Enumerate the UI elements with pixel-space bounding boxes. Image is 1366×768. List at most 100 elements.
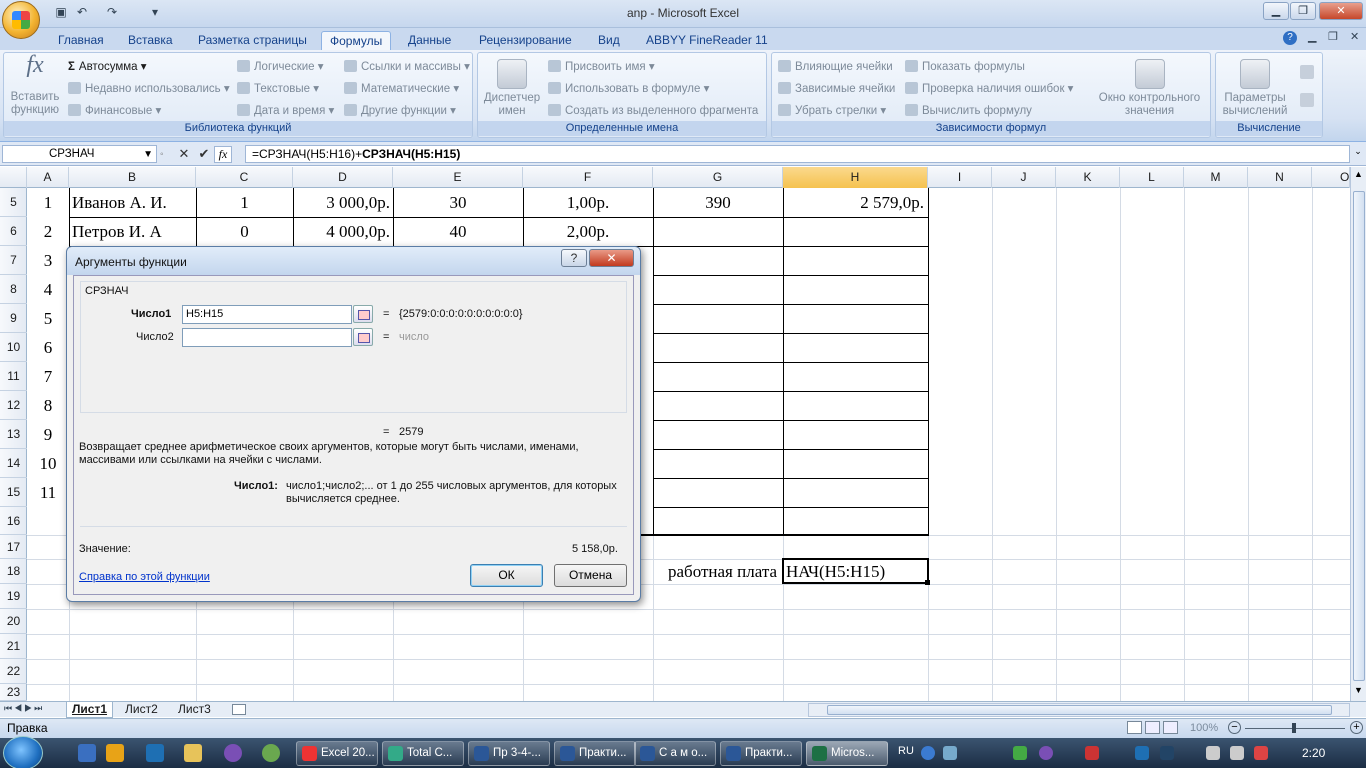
tray-icon[interactable]: [1085, 746, 1099, 760]
row-header[interactable]: 15: [0, 478, 27, 507]
row-header[interactable]: 8: [0, 275, 27, 304]
column-header-selected[interactable]: H: [783, 167, 928, 188]
dialog-title-bar[interactable]: Аргументы функции ? ✕: [67, 247, 640, 275]
row-header[interactable]: 16: [0, 507, 27, 535]
cell-f5[interactable]: 1,00р.: [523, 188, 653, 217]
normal-view-icon[interactable]: [1127, 721, 1142, 734]
folder-icon[interactable]: [184, 744, 202, 762]
row-header[interactable]: 13: [0, 420, 27, 449]
cell-c6[interactable]: 0: [196, 217, 293, 246]
insert-sheet-icon[interactable]: [232, 704, 246, 715]
vertical-scrollbar[interactable]: ▲ ▼: [1350, 167, 1366, 701]
create-from-selection-button[interactable]: Создать из выделенного фрагмента: [548, 104, 758, 118]
cell-h18-active[interactable]: НАЧ(H5:H15): [782, 558, 929, 584]
tray-icon[interactable]: [1013, 746, 1027, 760]
cell-g5[interactable]: 390: [653, 188, 783, 217]
zoom-out-icon[interactable]: −: [1228, 721, 1241, 734]
watch-window-button[interactable]: Окно контрольного значения: [1092, 59, 1207, 118]
name-manager-button[interactable]: Диспетчер имен: [481, 59, 543, 118]
financial-button[interactable]: Финансовые ▾: [68, 104, 161, 118]
taskbar-button[interactable]: Практи...: [554, 741, 636, 766]
cell-e6[interactable]: 40: [393, 217, 523, 246]
column-header[interactable]: B: [69, 167, 196, 188]
ribbon-restore-icon[interactable]: ❐: [1328, 30, 1338, 43]
tab-review[interactable]: Рецензирование: [471, 31, 580, 50]
cell-f6[interactable]: 2,00р.: [523, 217, 653, 246]
tray-icon[interactable]: [1135, 746, 1149, 760]
sheet-tab[interactable]: Лист3: [173, 702, 216, 718]
row-header[interactable]: 20: [0, 609, 27, 634]
column-header[interactable]: M: [1184, 167, 1248, 188]
text-button[interactable]: Текстовые ▾: [237, 82, 319, 96]
range-select-icon[interactable]: [353, 305, 373, 323]
page-layout-icon[interactable]: [1145, 721, 1160, 734]
taskbar-button[interactable]: Пр 3-4-...: [468, 741, 550, 766]
taskbar-button[interactable]: Практи...: [720, 741, 802, 766]
row-header[interactable]: 21: [0, 634, 27, 659]
column-header[interactable]: C: [196, 167, 293, 188]
other-functions-button[interactable]: Другие функции ▾: [344, 104, 456, 118]
trace-precedents-button[interactable]: Влияющие ячейки: [778, 60, 893, 74]
help-icon[interactable]: ?: [1283, 31, 1297, 45]
column-header[interactable]: I: [928, 167, 992, 188]
ribbon-minimize-icon[interactable]: ▁: [1308, 30, 1316, 43]
cell-a9[interactable]: 5: [27, 304, 69, 333]
row-header[interactable]: 12: [0, 391, 27, 420]
zoom-slider-thumb[interactable]: [1292, 723, 1296, 733]
taskbar-button[interactable]: Excel 20...: [296, 741, 378, 766]
hscroll-thumb[interactable]: [827, 705, 1332, 715]
cell-a10[interactable]: 6: [27, 333, 69, 362]
tab-insert[interactable]: Вставка: [120, 31, 181, 50]
lookup-button[interactable]: Ссылки и массивы ▾: [344, 60, 470, 74]
taskbar-button[interactable]: Total C...: [382, 741, 464, 766]
check-icon[interactable]: ✔: [194, 146, 214, 162]
tab-page-layout[interactable]: Разметка страницы: [190, 31, 315, 50]
name-box[interactable]: СРЗНАЧ ▼: [2, 145, 157, 163]
sheet-tab[interactable]: Лист2: [120, 702, 163, 718]
scroll-up-icon[interactable]: ▲: [1352, 169, 1365, 183]
tab-view[interactable]: Вид: [590, 31, 628, 50]
cell-a11[interactable]: 7: [27, 362, 69, 391]
zoom-level[interactable]: 100%: [1190, 722, 1218, 734]
column-header[interactable]: F: [523, 167, 653, 188]
sheet-tab[interactable]: Лист1: [66, 702, 114, 718]
cell-e5[interactable]: 30: [393, 188, 523, 217]
language-indicator[interactable]: RU: [898, 745, 914, 757]
cell-a8[interactable]: 4: [27, 275, 69, 304]
logical-button[interactable]: Логические ▾: [237, 60, 324, 74]
row-header[interactable]: 9: [0, 304, 27, 333]
sheet-nav-icons[interactable]: ⏮◀▶⏭: [4, 703, 44, 714]
maximize-button[interactable]: ❐: [1290, 2, 1316, 20]
minimize-button[interactable]: ▁: [1263, 2, 1289, 20]
row-header[interactable]: 22: [0, 659, 27, 684]
expand-formula-icon[interactable]: ⌄: [1352, 146, 1364, 162]
row-header[interactable]: 14: [0, 449, 27, 478]
cell-c5[interactable]: 1: [196, 188, 293, 217]
cancel-button[interactable]: Отмена: [554, 564, 627, 587]
datetime-button[interactable]: Дата и время ▾: [237, 104, 334, 118]
row-header[interactable]: 17: [0, 535, 27, 559]
page-break-icon[interactable]: [1163, 721, 1178, 734]
define-name-button[interactable]: Присвоить имя ▾: [548, 60, 655, 74]
browser-icon[interactable]: [146, 744, 164, 762]
help-tray-icon[interactable]: [921, 746, 935, 760]
row-header[interactable]: 7: [0, 246, 27, 275]
arg1-input[interactable]: H5:H15: [182, 305, 352, 324]
help-link[interactable]: Справка по этой функции: [79, 571, 210, 583]
horizontal-scrollbar[interactable]: [808, 703, 1350, 717]
tab-home[interactable]: Главная: [50, 31, 112, 50]
tab-data[interactable]: Данные: [400, 31, 459, 50]
taskbar-button-active[interactable]: Micros...: [806, 741, 888, 766]
math-button[interactable]: Математические ▾: [344, 82, 459, 96]
cell-a6[interactable]: 2: [27, 217, 69, 246]
calc-options-button[interactable]: Параметры вычислений: [1220, 59, 1290, 118]
clock[interactable]: 2:20: [1302, 746, 1325, 760]
insert-function-icon[interactable]: fx: [214, 145, 232, 163]
ie-icon[interactable]: [78, 744, 96, 762]
use-in-formula-button[interactable]: Использовать в формуле ▾: [548, 82, 709, 96]
dialog-help-button[interactable]: ?: [561, 249, 587, 267]
calc-now-icon[interactable]: [1300, 65, 1314, 79]
insert-function-button[interactable]: fx Вставить функцию: [6, 53, 64, 117]
start-button[interactable]: [3, 736, 43, 768]
remove-arrows-button[interactable]: Убрать стрелки ▾: [778, 104, 886, 118]
